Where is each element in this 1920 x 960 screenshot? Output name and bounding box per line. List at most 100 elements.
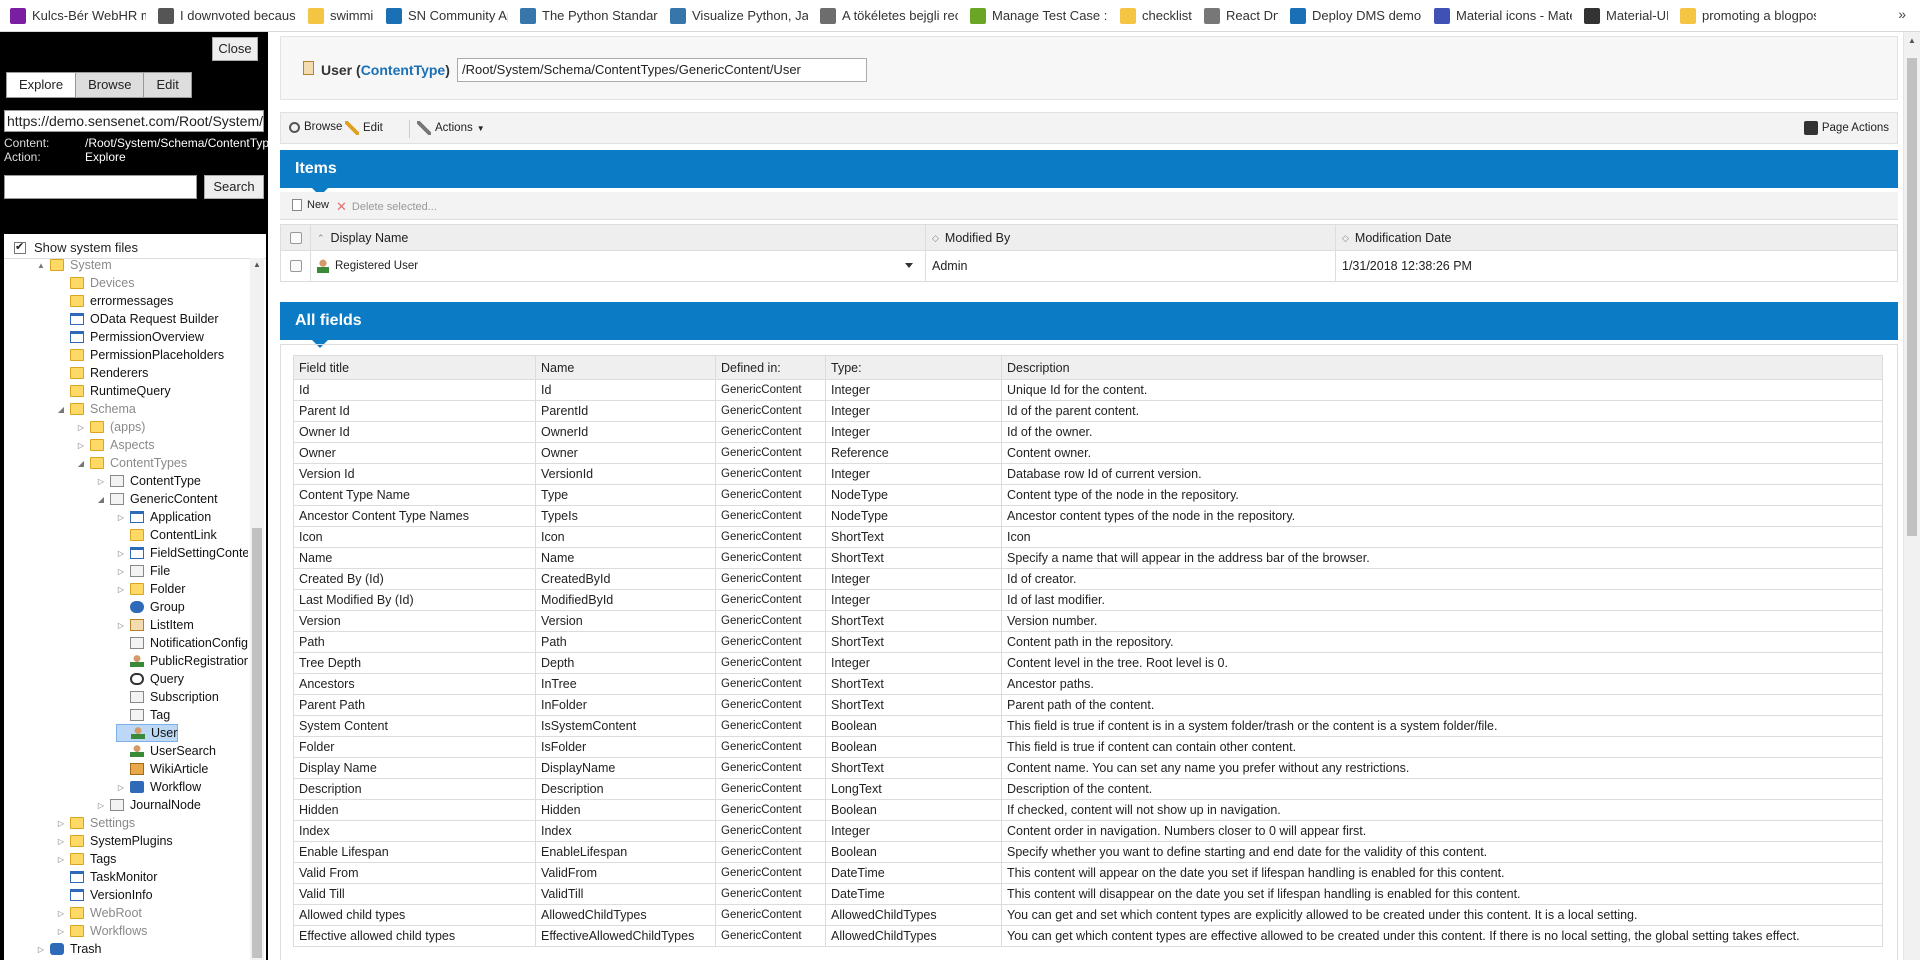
tree-node[interactable]: ◢ ContentTypes xyxy=(76,454,187,472)
tree-node[interactable]: errormessages xyxy=(56,292,173,310)
expand-toggle-icon[interactable]: ▷ xyxy=(116,621,126,630)
expand-toggle-icon[interactable]: ▷ xyxy=(76,423,86,432)
expand-toggle-icon[interactable]: ▷ xyxy=(36,945,46,954)
tree-node[interactable]: ▷ Folder xyxy=(116,580,186,598)
tree-node[interactable]: UserSearch xyxy=(116,742,216,760)
column-modification-date[interactable]: ◇ Modification Date xyxy=(1336,225,1897,250)
expand-toggle-icon[interactable]: ▷ xyxy=(56,819,66,828)
expand-toggle-icon[interactable]: ▷ xyxy=(76,441,86,450)
show-system-files-toggle[interactable]: Show system files xyxy=(14,240,138,255)
expand-toggle-icon[interactable]: ▷ xyxy=(116,783,126,792)
expand-toggle-icon[interactable]: ▷ xyxy=(96,801,106,810)
tab-browse[interactable]: Browse xyxy=(76,73,145,97)
browse-action[interactable]: Browse xyxy=(289,121,342,133)
expand-toggle-icon[interactable]: ▷ xyxy=(56,855,66,864)
expand-toggle-icon[interactable]: ▷ xyxy=(116,513,126,522)
page-scrollbar-thumb[interactable] xyxy=(1907,58,1917,536)
delete-selected-button[interactable]: ✕ Delete selected... xyxy=(336,199,437,215)
expand-toggle-icon[interactable]: ▷ xyxy=(56,837,66,846)
bookmark-item[interactable]: Deploy DMS demo C xyxy=(1286,4,1430,28)
bookmarks-overflow-button[interactable]: » xyxy=(1898,6,1906,22)
tree-node[interactable]: ▷ File xyxy=(116,562,170,580)
tree-scrollbar[interactable]: ▲ xyxy=(250,258,264,960)
page-actions-button[interactable]: Page Actions xyxy=(1803,121,1889,135)
tab-edit[interactable]: Edit xyxy=(144,73,190,97)
expand-toggle-icon[interactable]: ◢ xyxy=(76,459,86,468)
tree-node[interactable]: ▷ FieldSettingContent xyxy=(116,544,248,562)
show-system-files-checkbox[interactable] xyxy=(14,240,26,254)
expand-toggle-icon[interactable]: ▷ xyxy=(56,927,66,936)
bookmark-item[interactable]: Kulcs-Bér WebHR mo xyxy=(6,4,154,28)
page-scrollbar[interactable]: ▲ xyxy=(1903,32,1920,960)
tree-node[interactable]: PermissionOverview xyxy=(56,328,204,346)
tab-explore[interactable]: Explore xyxy=(7,73,77,97)
tree-node[interactable]: Query xyxy=(116,670,184,688)
tree-node[interactable]: User xyxy=(116,724,179,742)
bookmark-item[interactable]: promoting a blogpos xyxy=(1676,4,1824,28)
tree-node[interactable]: PublicRegistrationConfig xyxy=(116,652,248,670)
content-path-field[interactable]: /Root/System/Schema/ContentTypes/Generic… xyxy=(457,58,867,82)
bookmark-item[interactable]: The Python Standard xyxy=(516,4,666,28)
new-button[interactable]: New xyxy=(292,199,329,211)
tree-node[interactable]: Devices xyxy=(56,274,134,292)
tree-node[interactable]: VersionInfo xyxy=(56,886,153,904)
edit-action[interactable]: Edit xyxy=(345,121,383,135)
row-checkbox[interactable] xyxy=(289,260,302,272)
column-modified-by[interactable]: ◇ Modified By xyxy=(926,225,1336,250)
tree-node[interactable]: ContentLink xyxy=(116,526,217,544)
row-menu-caret-icon[interactable] xyxy=(905,263,913,268)
expand-toggle-icon[interactable]: ▷ xyxy=(116,585,126,594)
expand-toggle-icon[interactable]: ▲ xyxy=(36,261,46,270)
tree-node[interactable]: ◢ GenericContent xyxy=(96,490,218,508)
tree-node[interactable]: ◢ Schema xyxy=(56,400,136,418)
table-row[interactable]: Registered User Admin 1/31/2018 12:38:26… xyxy=(281,251,1897,281)
bookmark-item[interactable]: React DnD xyxy=(1200,4,1286,28)
tree-node[interactable]: ▷ ListItem xyxy=(116,616,194,634)
bookmark-item[interactable]: SN Community App xyxy=(382,4,516,28)
tree-node[interactable]: ▷ Aspects xyxy=(76,436,155,454)
close-button[interactable]: Close xyxy=(212,37,258,61)
display-name-link[interactable]: Registered User xyxy=(335,260,418,272)
tree-node[interactable]: ▷ Settings xyxy=(56,814,135,832)
scroll-up-arrow-icon[interactable]: ▲ xyxy=(1908,36,1916,45)
tree-node[interactable]: ▷ SystemPlugins xyxy=(56,832,173,850)
actions-dropdown[interactable]: Actions ▼ xyxy=(417,121,485,135)
bookmark-item[interactable]: Material icons - Mate xyxy=(1430,4,1580,28)
expand-toggle-icon[interactable]: ▷ xyxy=(96,477,106,486)
search-input[interactable] xyxy=(4,175,197,199)
tree-node[interactable]: NotificationConfig xyxy=(116,634,248,652)
bookmark-item[interactable]: swimming xyxy=(304,4,382,28)
tree-node[interactable]: ▷ Tags xyxy=(56,850,116,868)
expand-toggle-icon[interactable]: ◢ xyxy=(56,405,66,414)
bookmark-item[interactable]: checklists xyxy=(1116,4,1200,28)
tree-node[interactable]: ▷ Workflow xyxy=(116,778,201,796)
tree-node[interactable]: WikiArticle xyxy=(116,760,208,778)
bookmark-item[interactable]: Manage Test Case : K xyxy=(966,4,1116,28)
select-all-checkbox[interactable] xyxy=(289,231,302,244)
tree-node[interactable]: ▷ Application xyxy=(116,508,211,526)
bookmark-item[interactable]: Visualize Python, Java xyxy=(666,4,816,28)
tree-node[interactable]: ▲ System xyxy=(36,258,112,274)
column-display-name[interactable]: ⌃ Display Name xyxy=(311,225,926,250)
tree-node[interactable]: ▷ Workflows xyxy=(56,922,148,940)
tree-node[interactable]: Tag xyxy=(116,706,170,724)
tree-node[interactable]: PermissionPlaceholders xyxy=(56,346,224,364)
expand-toggle-icon[interactable]: ▷ xyxy=(116,567,126,576)
tree-node[interactable]: Group xyxy=(116,598,185,616)
tree-node[interactable]: ▷ (apps) xyxy=(76,418,146,436)
url-field[interactable]: https://demo.sensenet.com/Root/System/Sc… xyxy=(4,110,264,132)
bookmark-item[interactable]: A tökéletes bejgli rec xyxy=(816,4,966,28)
scroll-up-arrow-icon[interactable]: ▲ xyxy=(253,260,261,269)
display-name-cell[interactable]: Registered User xyxy=(311,251,926,281)
expand-toggle-icon[interactable]: ◢ xyxy=(96,495,106,504)
bookmark-item[interactable]: I downvoted because xyxy=(154,4,304,28)
tree-node[interactable]: RuntimeQuery xyxy=(56,382,171,400)
tree-node[interactable]: ▷ WebRoot xyxy=(56,904,142,922)
tree-node[interactable]: Renderers xyxy=(56,364,148,382)
title-content-type-link[interactable]: ContentType xyxy=(361,62,446,78)
tree-node[interactable]: ▷ JournalNode xyxy=(96,796,201,814)
search-button[interactable]: Search xyxy=(204,175,264,199)
tree-node[interactable]: Subscription xyxy=(116,688,219,706)
tree-node[interactable]: ▷ ContentType xyxy=(96,472,201,490)
expand-toggle-icon[interactable]: ▷ xyxy=(116,549,126,558)
